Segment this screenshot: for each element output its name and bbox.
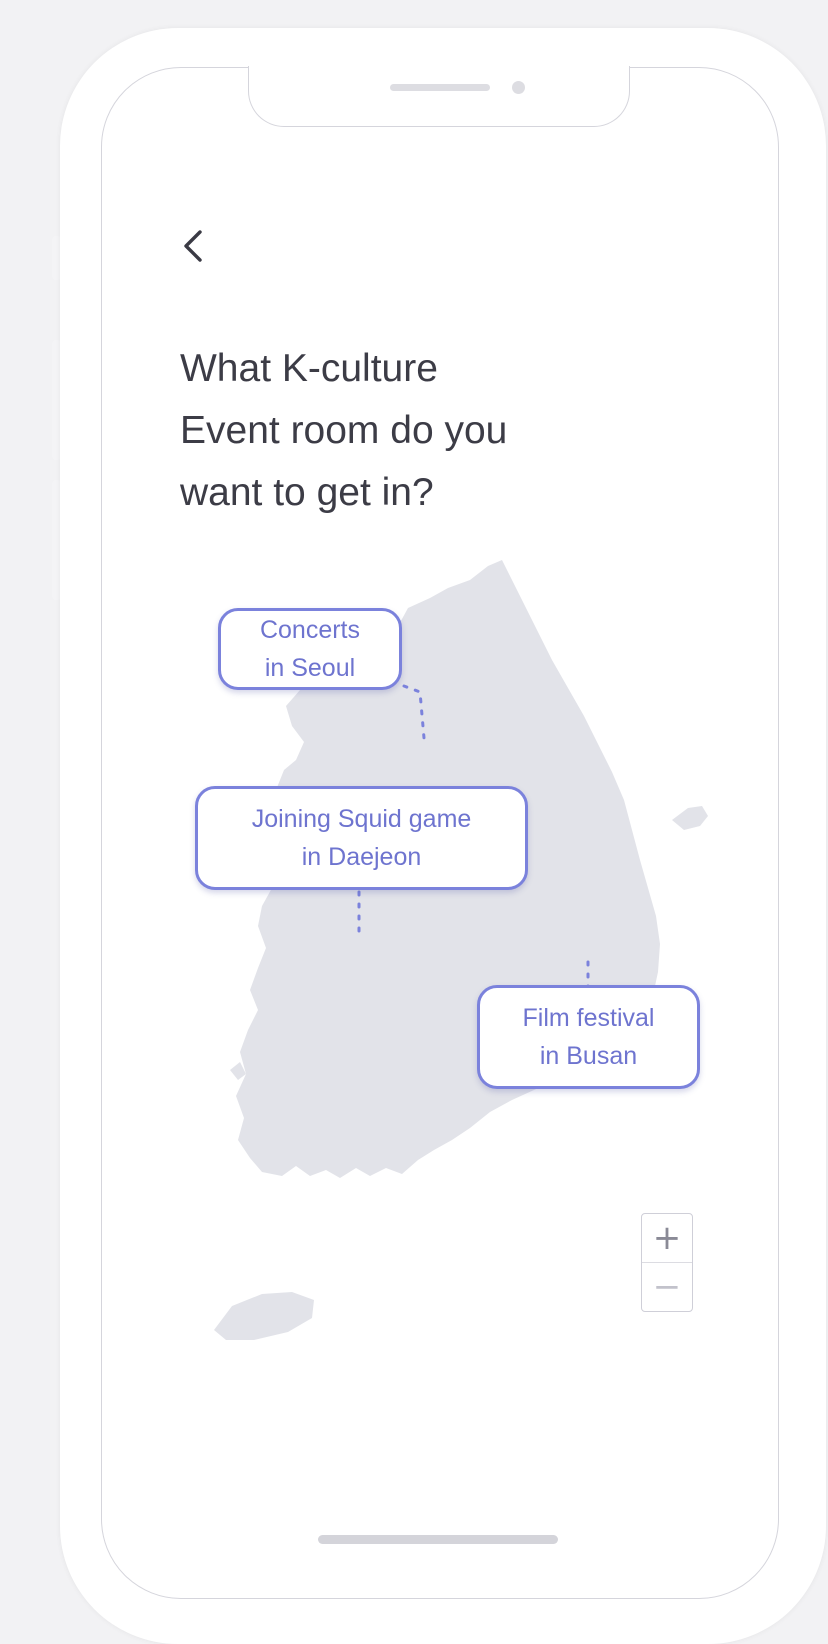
plus-icon: +	[652, 1218, 682, 1258]
home-indicator[interactable]	[318, 1535, 558, 1544]
event-room-concerts-seoul[interactable]: Concerts in Seoul	[218, 608, 402, 690]
phone-notch	[248, 66, 630, 127]
zoom-in-button[interactable]: +	[642, 1214, 692, 1263]
page-title-line: What K-culture	[180, 347, 438, 390]
event-room-label: Concerts	[259, 616, 361, 644]
event-room-label: Film festival	[522, 1004, 655, 1032]
chevron-left-icon	[184, 230, 202, 262]
speaker-grille	[390, 84, 490, 91]
page-title-line: Event room do you	[180, 409, 508, 452]
minus-icon: −	[652, 1267, 682, 1307]
back-button[interactable]	[176, 224, 216, 268]
front-camera	[512, 81, 525, 94]
page-title: What K-culture Event room do you want to…	[180, 338, 620, 524]
event-room-squid-game-daejeon[interactable]: Joining Squid game in Daejeon	[195, 786, 528, 890]
event-room-label: in Busan	[539, 1042, 638, 1070]
event-room-film-festival-busan[interactable]: Film festival in Busan	[477, 985, 700, 1089]
map-zoom-control: + −	[641, 1213, 693, 1312]
page-title-line: want to get in?	[180, 471, 434, 514]
event-room-label: in Daejeon	[301, 843, 422, 871]
event-room-label: in Seoul	[264, 654, 356, 682]
event-room-label: Joining Squid game	[251, 805, 472, 833]
zoom-out-button[interactable]: −	[642, 1263, 692, 1311]
